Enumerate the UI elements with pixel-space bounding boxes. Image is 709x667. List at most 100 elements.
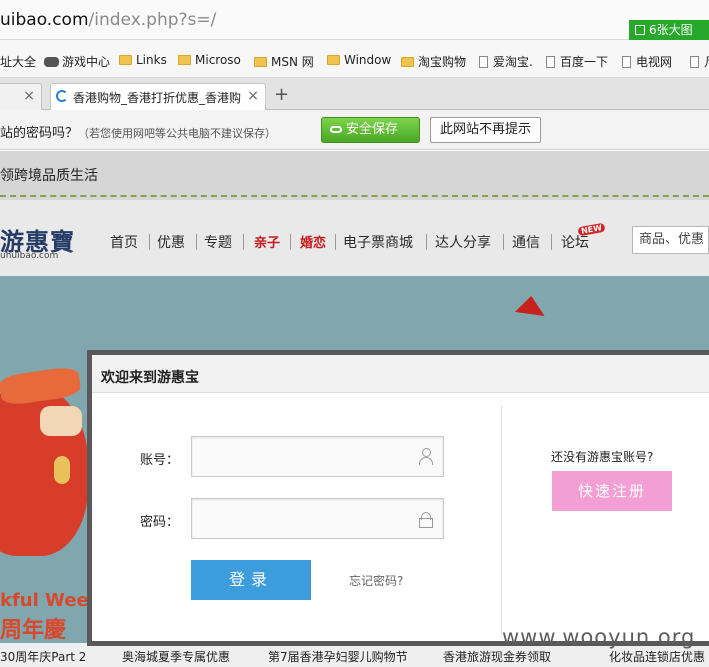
- tab-title: 香港购物_香港打折优惠_香港购: [73, 91, 242, 105]
- expand-icon: [635, 25, 645, 35]
- folder-icon: [119, 55, 132, 65]
- password-label: 密码：: [140, 515, 180, 530]
- bookmark-label: 爱淘宝.: [493, 55, 533, 69]
- big-pic-label: 6张大图: [649, 23, 693, 37]
- bookmark-item[interactable]: 爱淘宝.: [479, 53, 533, 70]
- nav-separator: [426, 234, 427, 250]
- bookmarks-bar: 址大全 游戏中心 Links Microso MSN 网 Window 淘宝购物…: [0, 40, 709, 78]
- hint-text: （若您使用网吧等公共电脑不建议保存）: [78, 127, 277, 140]
- url-text[interactable]: uibao.com/index.php?s=/: [0, 10, 216, 30]
- promo-link[interactable]: 30周年庆Part 2: [0, 648, 86, 665]
- promo-link[interactable]: 第7届香港孕妇婴儿购物节: [268, 648, 408, 665]
- modal-title: 欢迎来到游惠宝: [101, 370, 199, 386]
- logo-url: uhuibao.com: [0, 251, 59, 261]
- account-field[interactable]: [191, 436, 444, 477]
- url-path: /index.php?s=/: [88, 10, 217, 30]
- bookmark-label: 淘宝购物: [418, 55, 467, 69]
- no-account-text: 还没有游惠宝账号?: [551, 450, 654, 464]
- nav-separator: [503, 234, 504, 250]
- doc-icon: [479, 56, 488, 68]
- nav-telecom[interactable]: 通信: [512, 232, 540, 252]
- doc-icon: [546, 56, 555, 68]
- bookmark-item[interactable]: Window: [327, 53, 391, 67]
- bookmark-label: 凡: [704, 55, 709, 69]
- login-modal: 欢迎来到游惠宝 账号： 密码： 登录 忘记密码? 还没有游惠宝账号? 快速注册: [87, 350, 709, 646]
- save-label: 安全保存: [346, 122, 399, 137]
- bookmark-label: 游戏中心: [62, 55, 111, 69]
- tab-active[interactable]: 香港购物_香港打折优惠_香港购 ×: [50, 83, 266, 110]
- hand-graphic: [40, 406, 82, 436]
- nav-wedding[interactable]: 婚恋: [300, 232, 326, 251]
- nav-topics[interactable]: 专题: [204, 232, 232, 252]
- account-label: 账号：: [140, 453, 180, 468]
- folder-icon: [254, 57, 267, 67]
- promo-title-en: kful Week: [0, 590, 101, 611]
- account-input[interactable]: [198, 443, 408, 471]
- nav-separator: [196, 234, 197, 250]
- lock-icon: [419, 512, 433, 528]
- bookmark-item[interactable]: Microso: [178, 53, 241, 67]
- new-tab-button[interactable]: +: [274, 84, 289, 105]
- nav-separator: [243, 234, 244, 250]
- nav-deals[interactable]: 优惠: [157, 232, 185, 252]
- bookmark-item[interactable]: MSN 网: [254, 53, 314, 70]
- promo-link[interactable]: 香港旅游现金券领取: [443, 648, 551, 665]
- nav-parenting[interactable]: 亲子: [254, 232, 280, 251]
- site-header: 游惠寶 uhuibao.com 首页 优惠 专题 亲子 婚恋 电子票商城 达人分…: [0, 200, 709, 276]
- watermark: www.wooyun.org: [502, 625, 696, 649]
- nav-separator: [335, 234, 336, 250]
- divider: [0, 195, 709, 197]
- doc-icon: [622, 56, 631, 68]
- doc-icon: [690, 56, 699, 68]
- coin-graphic: [54, 456, 70, 484]
- key-icon: [330, 126, 342, 133]
- user-icon: [419, 448, 433, 465]
- password-field[interactable]: [191, 498, 444, 539]
- bookmark-item[interactable]: 百度一下: [546, 53, 608, 70]
- nav-separator: [551, 234, 552, 250]
- modal-body: 账号： 密码： 登录 忘记密码? 还没有游惠宝账号? 快速注册: [92, 393, 709, 641]
- never-prompt-button[interactable]: 此网站不再提示: [430, 117, 541, 143]
- address-bar[interactable]: uibao.com/index.php?s=/ 6张大图: [0, 0, 709, 40]
- folder-icon: [178, 55, 191, 65]
- modal-divider: [501, 405, 502, 635]
- tab[interactable]: ×: [0, 83, 42, 110]
- password-save-question: 站的密码吗？（若您使用网吧等公共电脑不建议保存）: [0, 122, 276, 141]
- folder-icon: [401, 57, 414, 67]
- site-favicon-icon: [56, 90, 68, 102]
- login-button[interactable]: 登录: [191, 560, 311, 600]
- tab-strip: × 香港购物_香港打折优惠_香港购 × +: [0, 78, 709, 110]
- modal-header: 欢迎来到游惠宝: [92, 355, 709, 393]
- close-tab-icon[interactable]: ×: [247, 88, 259, 104]
- big-pic-button[interactable]: 6张大图: [629, 20, 709, 40]
- question-text: 站的密码吗？: [0, 126, 79, 141]
- promo-link[interactable]: 奥海城夏季专属优惠: [122, 648, 230, 665]
- nav-share[interactable]: 达人分享: [435, 232, 491, 252]
- password-input[interactable]: [198, 505, 408, 533]
- bookmark-item[interactable]: Links: [119, 53, 167, 67]
- close-tab-icon[interactable]: ×: [23, 88, 35, 104]
- forgot-password-link[interactable]: 忘记密码?: [349, 572, 403, 589]
- nav-home[interactable]: 首页: [110, 232, 138, 252]
- save-password-button[interactable]: 安全保存: [321, 117, 420, 143]
- bookmark-item[interactable]: 淘宝购物: [401, 53, 466, 70]
- bookmark-label: 电视网: [636, 55, 673, 69]
- bookmark-item[interactable]: 电视网: [622, 53, 672, 70]
- nav-eticket-mall[interactable]: 电子票商城: [343, 232, 413, 252]
- strip-slogan: 领跨境品质生活: [0, 168, 98, 184]
- url-host: uibao.com: [0, 10, 89, 30]
- bookmark-label: Window: [344, 53, 392, 67]
- register-button[interactable]: 快速注册: [552, 471, 672, 511]
- bookmark-label: MSN 网: [271, 55, 314, 69]
- kite-graphic: [514, 294, 548, 316]
- nav-separator: [149, 234, 150, 250]
- site-search-input[interactable]: 商品、优惠: [632, 226, 709, 254]
- bookmark-label: 百度一下: [560, 55, 609, 69]
- promo-link[interactable]: 化妆品连锁店优惠: [609, 648, 705, 665]
- gamepad-icon: [44, 57, 59, 67]
- folder-icon: [327, 55, 340, 65]
- password-save-bar: 站的密码吗？（若您使用网吧等公共电脑不建议保存） 安全保存 此网站不再提示: [0, 110, 709, 150]
- bookmark-item[interactable]: 游戏中心: [44, 53, 110, 70]
- bookmark-item[interactable]: 凡: [690, 53, 709, 70]
- bookmark-item[interactable]: 址大全: [0, 53, 36, 70]
